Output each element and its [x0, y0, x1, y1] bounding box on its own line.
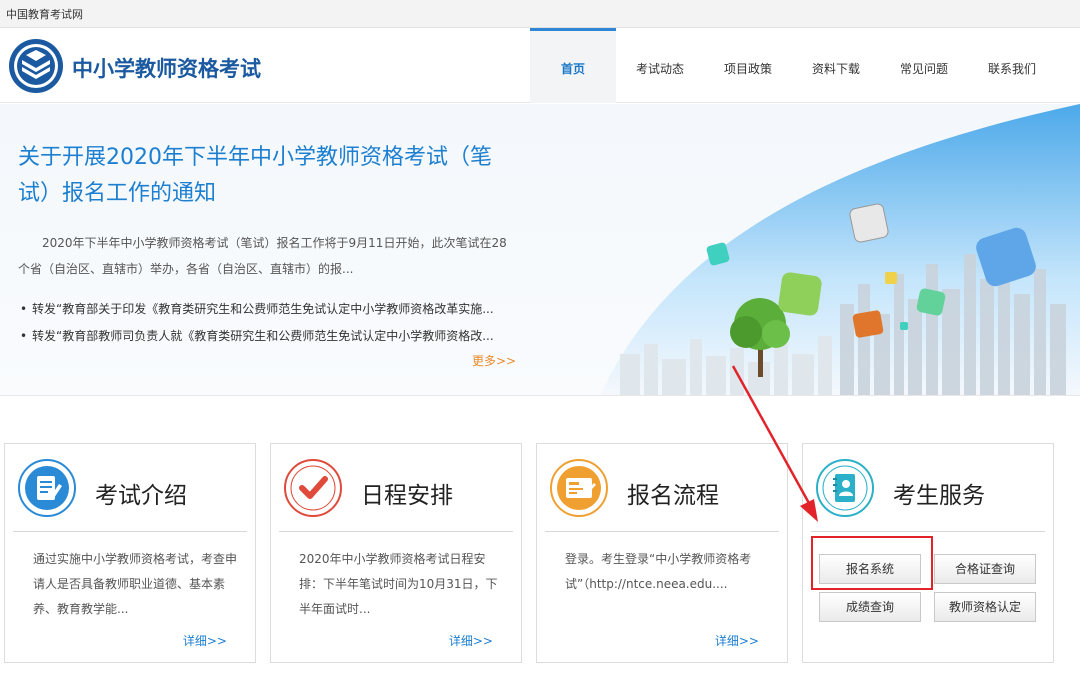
nav-exam-news[interactable]: 考试动态: [616, 28, 704, 103]
nav-faq[interactable]: 常见问题: [880, 28, 968, 103]
header: 中小学教师资格考试 首页 考试动态 项目政策 资料下载 常见问题 联系我们: [0, 28, 1080, 103]
document-icon: [18, 459, 76, 517]
nav-contact[interactable]: 联系我们: [968, 28, 1056, 103]
card-registration-process: 报名流程 登录。考生登录“中小学教师资格考试”（http://ntce.neea…: [536, 443, 788, 663]
nav-downloads[interactable]: 资料下载: [792, 28, 880, 103]
form-icon: [550, 459, 608, 517]
divider: [279, 531, 513, 532]
site-name[interactable]: 中国教育考试网: [6, 6, 83, 22]
news-summary: 2020年下半年中小学教师资格考试（笔试）报名工作将于9月11日开始，此次笔试在…: [18, 236, 507, 276]
card-schedule: 日程安排 2020年中小学教师资格考试日程安排：下半年笔试时间为10月31日，下…: [270, 443, 522, 663]
card-text: 登录。考生登录“中小学教师资格考试”（http://ntce.neea.edu.…: [565, 552, 752, 591]
city-illustration: [600, 104, 1080, 395]
nav-policy[interactable]: 项目政策: [704, 28, 792, 103]
card-text: 通过实施中小学教师资格考试，考查申请人是否具备教师职业道德、基本素养、教育教学能…: [33, 552, 238, 616]
card-title[interactable]: 报名流程: [627, 476, 719, 510]
card-title[interactable]: 考试介绍: [95, 476, 187, 510]
news-link-list: 转发“教育部关于印发《教育类研究生和公费师范生免试认定中小学教师资格改革实施..…: [18, 296, 530, 350]
certificate-query-button[interactable]: 合格证查询: [934, 554, 1036, 584]
news-link-item[interactable]: 转发“教育部关于印发《教育类研究生和公费师范生免试认定中小学教师资格改革实施..…: [18, 296, 530, 323]
highlight-box: [811, 536, 933, 590]
news-headline[interactable]: 关于开展2020年下半年中小学教师资格考试（笔试）报名工作的通知: [18, 140, 508, 212]
teacher-qualification-button[interactable]: 教师资格认定: [934, 592, 1036, 622]
logo-emblem-icon[interactable]: [8, 38, 64, 94]
site-title[interactable]: 中小学教师资格考试: [72, 53, 261, 83]
top-bar: 中国教育考试网: [0, 0, 1080, 28]
main-nav: 首页 考试动态 项目政策 资料下载 常见问题 联系我们: [530, 28, 1056, 103]
card-title[interactable]: 考生服务: [893, 476, 985, 510]
score-query-button[interactable]: 成绩查询: [819, 592, 921, 622]
card-detail-link[interactable]: 详细>>: [449, 632, 493, 649]
card-text: 2020年中小学教师资格考试日程安排：下半年笔试时间为10月31日，下半年面试时…: [299, 552, 498, 616]
card-detail-link[interactable]: 详细>>: [715, 632, 759, 649]
divider: [545, 531, 779, 532]
divider: [811, 531, 1045, 532]
news-banner: 关于开展2020年下半年中小学教师资格考试（笔试）报名工作的通知 2020年下半…: [0, 104, 1080, 396]
more-news-link[interactable]: 更多>>: [472, 352, 516, 369]
checkmark-icon: [284, 459, 342, 517]
card-exam-intro: 考试介绍 通过实施中小学教师资格考试，考查申请人是否具备教师职业道德、基本素养、…: [4, 443, 256, 663]
divider: [13, 531, 247, 532]
news-link-item[interactable]: 转发“教育部教师司负责人就《教育类研究生和公费师范生免试认定中小学教师资格改..…: [18, 323, 530, 350]
card-detail-link[interactable]: 详细>>: [183, 632, 227, 649]
contact-book-icon: [816, 459, 874, 517]
card-title[interactable]: 日程安排: [361, 476, 453, 510]
nav-home[interactable]: 首页: [530, 28, 616, 103]
